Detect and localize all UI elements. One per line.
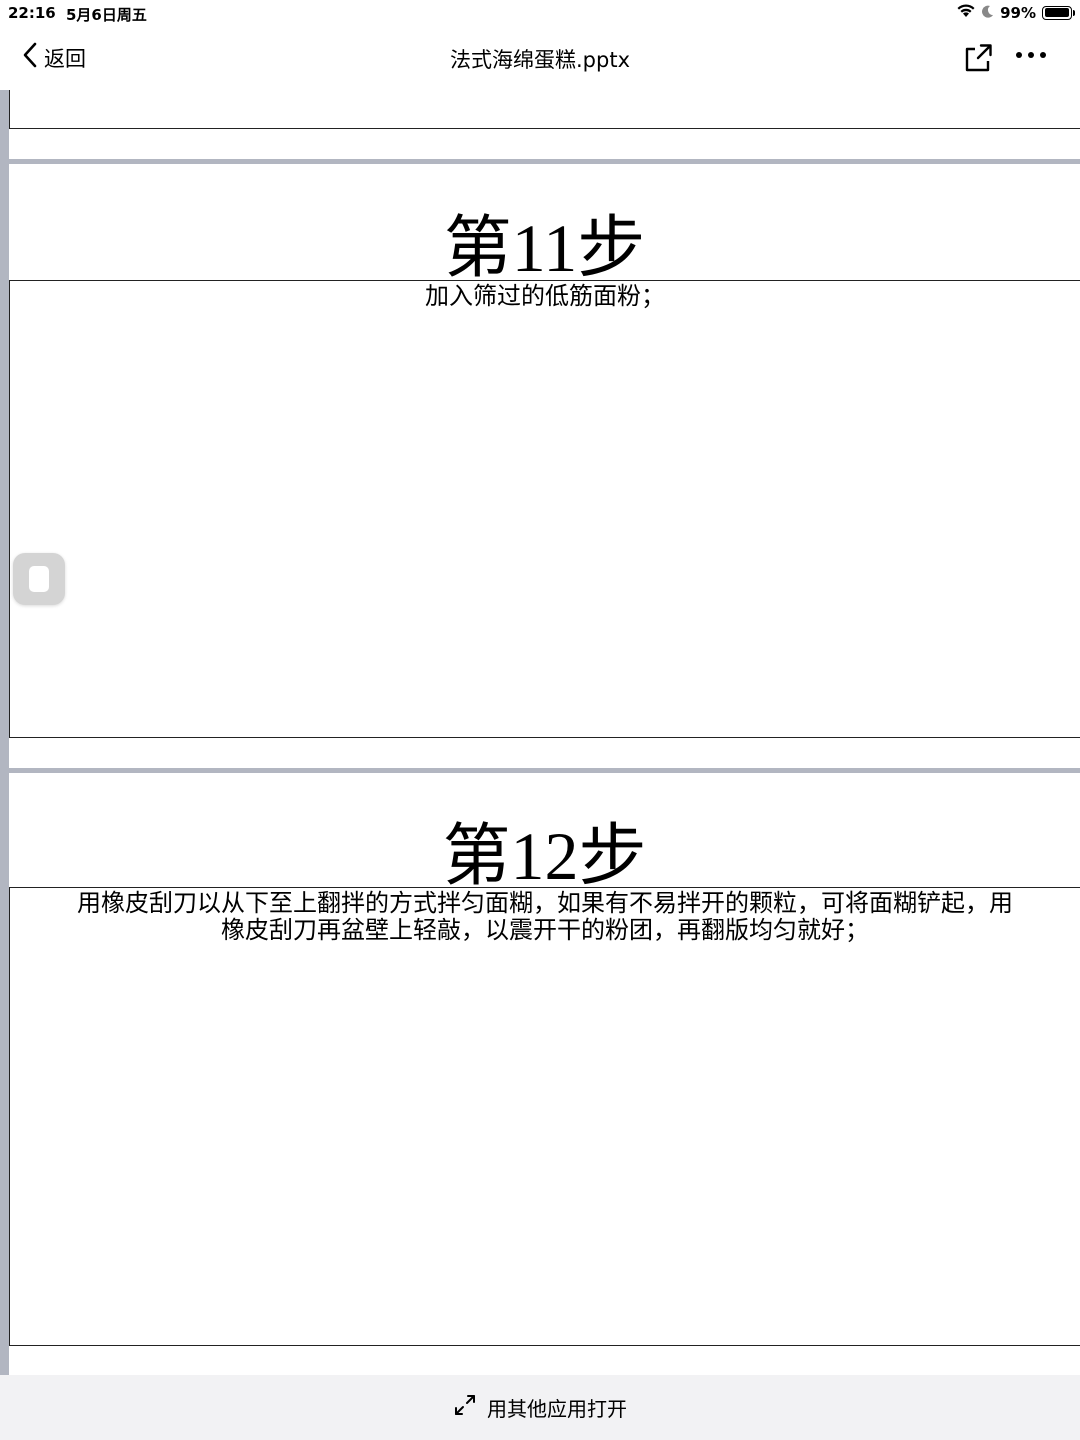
status-bar: 22:16 5月6日周五 99% — [0, 0, 1080, 26]
slide-body: 用橡皮刮刀以从下至上翻拌的方式拌匀面糊，如果有不易拌开的颗粒，可将面糊铲起，用 … — [9, 887, 1080, 1346]
nav-bar: 返回 法式海绵蛋糕.pptx — [0, 26, 1080, 90]
slide-text-line: 用橡皮刮刀以从下至上翻拌的方式拌匀面糊，如果有不易拌开的颗粒，可将面糊铲起，用 — [77, 889, 1013, 917]
left-rail — [0, 90, 9, 1375]
more-icon-dot — [1040, 52, 1046, 58]
document-viewer[interactable]: 第11步 加入筛过的低筋面粉； 第12步 用橡皮刮刀以从下至上翻拌的方式拌匀面糊… — [0, 90, 1080, 1375]
status-date: 5月6日周五 — [66, 6, 147, 24]
moon-icon — [982, 4, 994, 22]
battery-icon — [1042, 5, 1075, 20]
battery-fill — [1044, 8, 1070, 17]
status-indicators: 99% — [956, 3, 1075, 22]
assistive-icon — [29, 566, 49, 592]
more-icon-dot — [1028, 52, 1034, 58]
battery-percent: 99% — [1000, 3, 1036, 22]
slide-separator — [9, 159, 1080, 164]
slide-text-line: 橡皮刮刀再盆壁上轻敲，以震开干的粉团，再翻版均匀就好； — [221, 916, 869, 944]
bottom-bar: 用其他应用打开 — [0, 1375, 1080, 1440]
slide-title: 第11步 — [443, 210, 646, 286]
more-icon-dot — [1016, 52, 1022, 58]
slide-body: 加入筛过的低筋面粉； — [9, 280, 1080, 738]
share-icon — [962, 44, 994, 78]
more-button[interactable] — [1016, 52, 1046, 58]
open-with-other-app-button[interactable]: 用其他应用打开 — [0, 1393, 1080, 1422]
floating-assistive-button[interactable] — [13, 553, 65, 605]
status-time: 22:16 — [8, 4, 56, 22]
share-button[interactable] — [962, 42, 994, 78]
slide-title: 第12步 — [442, 818, 647, 894]
previous-slide-bottom — [9, 90, 1080, 129]
document-title: 法式海绵蛋糕.pptx — [450, 48, 630, 72]
slide-text: 加入筛过的低筋面粉； — [425, 282, 665, 310]
expand-icon — [453, 1393, 487, 1422]
open-with-label: 用其他应用打开 — [487, 1397, 627, 1421]
slide-separator — [9, 768, 1080, 773]
wifi-icon — [956, 3, 976, 22]
